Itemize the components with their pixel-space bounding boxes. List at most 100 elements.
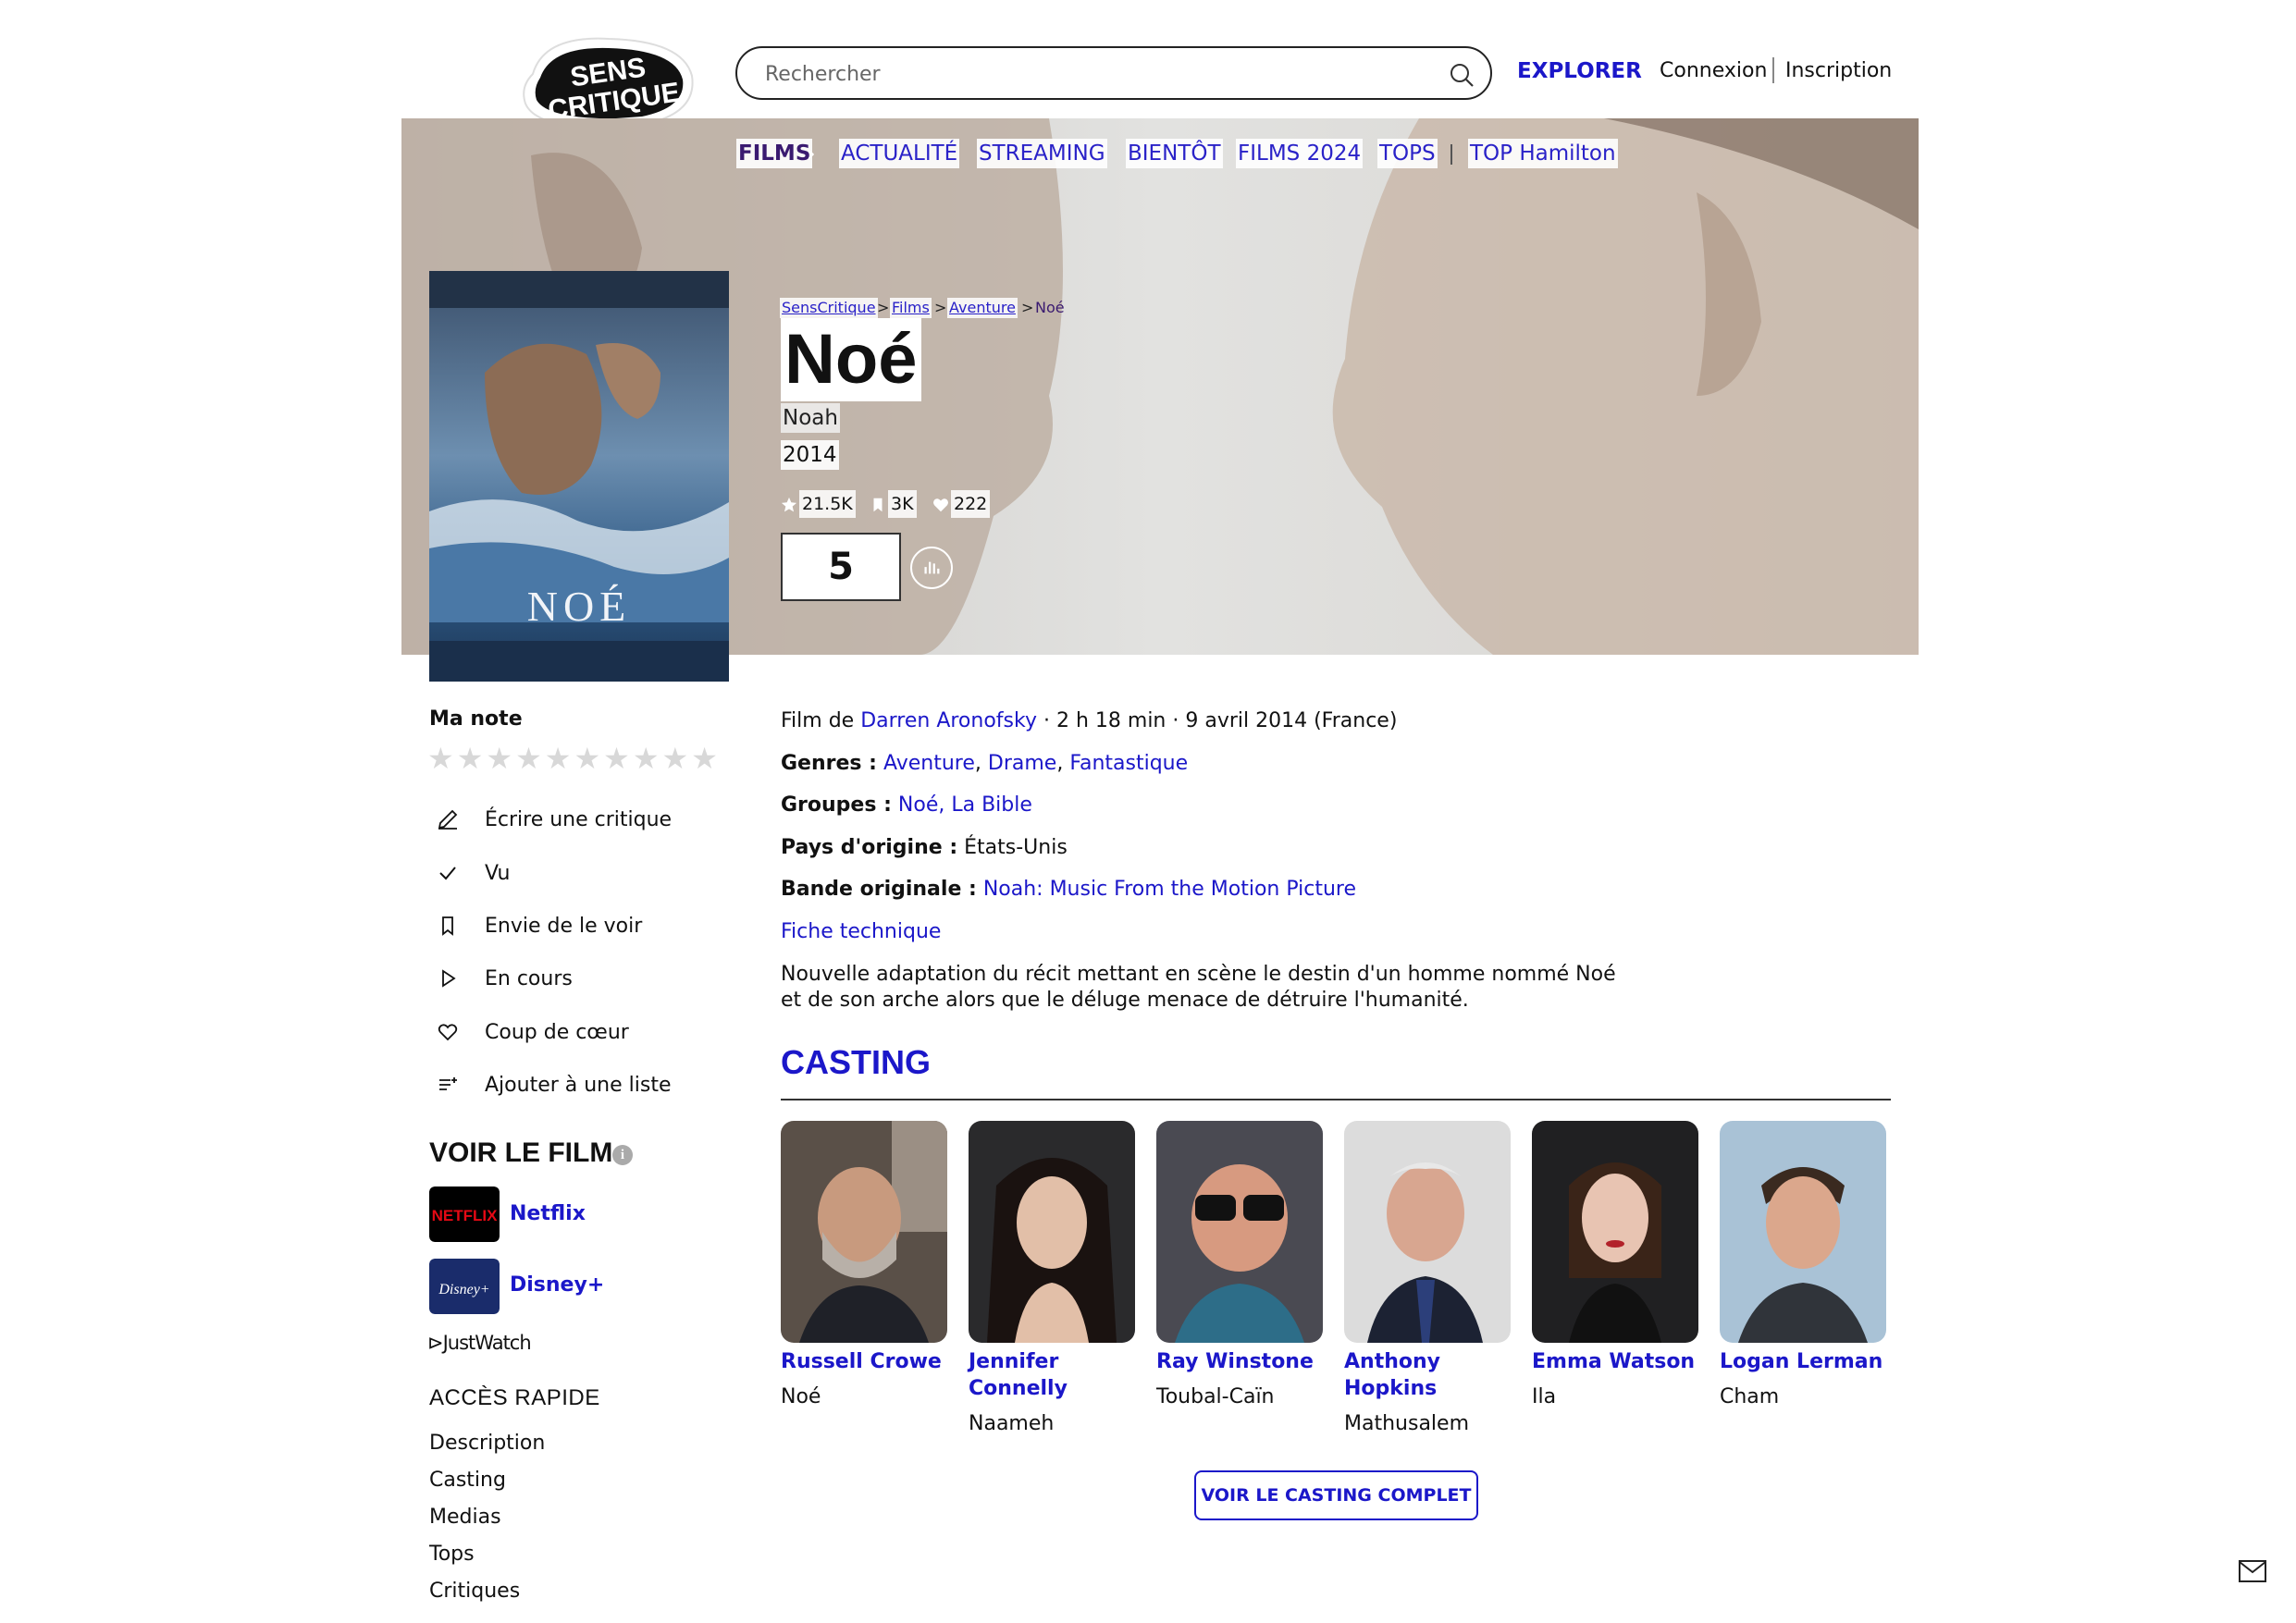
soundtrack-link[interactable]: Noah: Music From the Motion Picture — [983, 878, 1356, 901]
menu-actualite[interactable]: ACTUALITÉ — [839, 139, 960, 168]
wishlist-button[interactable]: Envie de le voir — [429, 907, 642, 944]
star-icon[interactable]: ★ — [603, 742, 630, 775]
write-review-button[interactable]: Écrire une critique — [429, 801, 672, 838]
quick-link-critiques[interactable]: Critiques — [429, 1580, 520, 1603]
actor-name-link[interactable]: Anthony Hopkins — [1344, 1348, 1483, 1402]
actor-name-link[interactable]: Jennifer Connelly — [969, 1348, 1144, 1402]
actor-role: Cham — [1720, 1385, 1780, 1408]
country-label: Pays d'origine : — [781, 836, 958, 859]
pencil-icon — [429, 801, 466, 838]
genre-link[interactable]: Fantastique — [1069, 752, 1188, 775]
breadcrumb-aventure[interactable]: Aventure — [947, 298, 1018, 318]
breadcrumb-separator: > — [1021, 299, 1034, 316]
star-icon[interactable]: ★ — [457, 742, 484, 775]
star-icon — [781, 497, 797, 512]
star-icon[interactable]: ★ — [691, 742, 718, 775]
action-label: Ajouter à une liste — [485, 1073, 672, 1097]
info-icon[interactable]: i — [612, 1145, 633, 1165]
breadcrumb-separator: > — [934, 299, 947, 316]
quick-link-casting[interactable]: Casting — [429, 1469, 506, 1492]
director-link[interactable]: Darren Aronofsky — [860, 709, 1037, 732]
explorer-link[interactable]: EXPLORER — [1517, 59, 1642, 83]
my-rating-label: Ma note — [429, 707, 523, 731]
search-input[interactable] — [765, 57, 1413, 91]
soundtrack-label: Bande originale : — [781, 878, 977, 901]
actor-photo[interactable] — [1156, 1121, 1323, 1343]
breadcrumb-films[interactable]: Films — [890, 298, 932, 318]
tech-sheet-link[interactable]: Fiche technique — [781, 918, 941, 946]
actor-photo[interactable] — [1344, 1121, 1511, 1343]
groups-row: Groupes : Noé, La Bible — [781, 792, 1032, 819]
star-icon[interactable]: ★ — [633, 742, 660, 775]
menu-streaming[interactable]: STREAMING — [977, 139, 1107, 168]
star-icon[interactable]: ★ — [662, 742, 689, 775]
actor-name-link[interactable]: Ray Winstone — [1156, 1348, 1332, 1375]
in-progress-button[interactable]: En cours — [429, 960, 573, 997]
menu-tops[interactable]: TOPS — [1377, 139, 1438, 168]
synopsis: Nouvelle adaptation du récit mettant en … — [781, 963, 1616, 1012]
disney-plus-logo[interactable]: Disney+ — [429, 1259, 500, 1314]
star-icon[interactable]: ★ — [486, 742, 512, 775]
rating-distribution-icon[interactable] — [910, 547, 953, 589]
watch-section-title: VOIR LE FILM — [429, 1137, 613, 1168]
full-cast-button[interactable]: VOIR LE CASTING COMPLET — [1194, 1470, 1478, 1520]
search-bar[interactable] — [735, 46, 1492, 100]
star-icon[interactable]: ★ — [545, 742, 572, 775]
action-label: Vu — [485, 861, 511, 885]
quick-link-description[interactable]: Description — [429, 1432, 545, 1455]
actor-name-link[interactable]: Logan Lerman — [1720, 1348, 1895, 1375]
movie-poster[interactable]: NOÉ — [429, 271, 729, 682]
genres-label: Genres : — [781, 752, 877, 775]
disney-logo-text: Disney+ — [438, 1282, 489, 1297]
disney-plus-link[interactable]: Disney+ — [510, 1273, 604, 1297]
bookmark-icon — [873, 498, 883, 512]
actor-role: Toubal-Caïn — [1156, 1385, 1275, 1408]
star-icon[interactable]: ★ — [515, 742, 542, 775]
groups-link[interactable]: Noé, La Bible — [898, 793, 1032, 817]
wishlist-count: 3K — [888, 490, 917, 518]
justwatch-logo[interactable]: ⊳JustWatch — [427, 1332, 532, 1354]
duration-release: · 2 h 18 min · 9 avril 2014 (France) — [1043, 709, 1398, 732]
quick-link-medias[interactable]: Medias — [429, 1506, 501, 1529]
heart-icon — [933, 498, 948, 512]
menu-bientot[interactable]: BIENTÔT — [1126, 139, 1223, 168]
signup-link[interactable]: Inscription — [1785, 59, 1892, 82]
action-label: Envie de le voir — [485, 914, 643, 938]
actor-photo[interactable] — [1532, 1121, 1698, 1343]
breadcrumb-separator: > — [877, 299, 890, 316]
casting-divider — [781, 1099, 1891, 1100]
actor-role: Naameh — [969, 1412, 1055, 1435]
breadcrumb-senscritique[interactable]: SensCritique — [780, 298, 878, 318]
film-credits: Film de Darren Aronofsky · 2 h 18 min · … — [781, 707, 1397, 735]
mail-icon[interactable] — [2239, 1560, 2266, 1582]
netflix-link[interactable]: Netflix — [510, 1202, 586, 1225]
action-label: Coup de cœur — [485, 1020, 629, 1044]
add-to-list-button[interactable]: Ajouter à une liste — [429, 1066, 672, 1103]
favorite-button[interactable]: Coup de cœur — [429, 1014, 629, 1051]
actor-photo[interactable] — [781, 1121, 947, 1343]
heart-icon — [429, 1014, 466, 1051]
actor-name-link[interactable]: Russell Crowe — [781, 1348, 957, 1375]
play-icon — [429, 960, 466, 997]
menu-films[interactable]: FILMS — [736, 139, 813, 168]
search-icon[interactable] — [1448, 61, 1475, 89]
actor-photo[interactable] — [1720, 1121, 1886, 1343]
movie-title: Noé — [781, 318, 921, 401]
actor-name-link[interactable]: Emma Watson — [1532, 1348, 1708, 1375]
menu-films-2024[interactable]: FILMS 2024 — [1236, 139, 1364, 168]
ratings-count: 21.5K — [799, 490, 856, 518]
quick-link-tops[interactable]: Tops — [429, 1543, 475, 1566]
chevron-right-icon: › — [807, 141, 816, 166]
rating-stars[interactable]: ★ ★ ★ ★ ★ ★ ★ ★ ★ ★ — [427, 742, 733, 775]
seen-button[interactable]: Vu — [429, 855, 511, 891]
star-icon[interactable]: ★ — [574, 742, 600, 775]
login-link[interactable]: Connexion — [1660, 59, 1767, 82]
action-label: En cours — [485, 966, 573, 990]
genre-link[interactable]: Aventure — [883, 752, 975, 775]
genre-link[interactable]: Drame — [988, 752, 1056, 775]
actor-photo[interactable] — [969, 1121, 1135, 1343]
star-icon[interactable]: ★ — [427, 742, 454, 775]
favorites-count: 222 — [951, 490, 991, 518]
menu-top-hamilton[interactable]: TOP Hamilton — [1468, 139, 1618, 168]
netflix-logo[interactable]: NETFLIX — [429, 1187, 500, 1242]
